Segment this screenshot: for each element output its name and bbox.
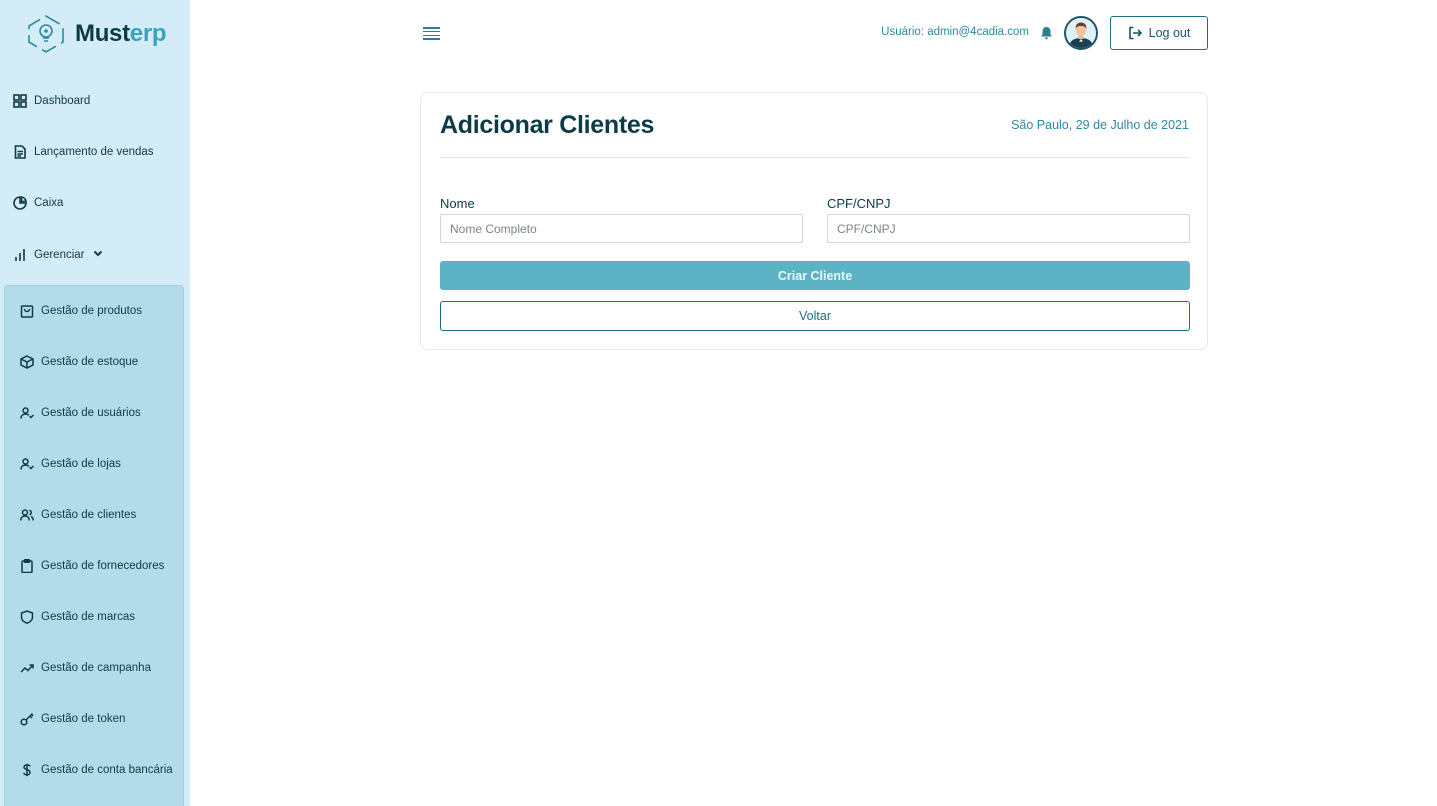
sidebar-item-label: Gerenciar bbox=[34, 248, 85, 261]
bar-chart-icon bbox=[15, 248, 25, 261]
submenu-item-label: Gestão de estoque bbox=[41, 356, 139, 368]
current-user-label: Usuário: admin@4cadia.com bbox=[881, 26, 1029, 38]
trending-up-icon bbox=[20, 664, 34, 673]
submenu-item-clientes[interactable]: Gestão de clientes bbox=[20, 508, 180, 522]
submenu-item-label: Gestão de usuários bbox=[41, 407, 141, 419]
brand-logo[interactable]: Musterp bbox=[25, 14, 167, 54]
sidebar-item-lancamento-de-vendas[interactable]: Lançamento de vendas bbox=[13, 145, 154, 159]
submenu-item-token[interactable]: Gestão de token bbox=[20, 712, 180, 726]
brand-name-part2: erp bbox=[129, 20, 167, 47]
submenu-item-label: Gestão de token bbox=[41, 713, 126, 725]
submenu-item-label: Gestão de conta bancária bbox=[41, 764, 173, 776]
gerenciar-submenu: Gestão de produtos Gestão de estoque Ges… bbox=[4, 285, 184, 806]
submenu-item-campanha[interactable]: Gestão de campanha bbox=[20, 661, 180, 675]
name-input[interactable] bbox=[440, 214, 803, 243]
submenu-item-label: Gestão de produtos bbox=[41, 305, 143, 317]
user-check-icon bbox=[20, 407, 34, 419]
bell-icon[interactable] bbox=[1040, 26, 1053, 40]
sidebar-item-label: Lançamento de vendas bbox=[34, 146, 154, 158]
chevron-down-icon bbox=[92, 247, 104, 262]
submenu-item-label: Gestão de campanha bbox=[41, 662, 151, 674]
sidebar-item-label: Caixa bbox=[34, 197, 64, 209]
submenu-item-conta-bancaria[interactable]: Gestão de conta bancária bbox=[20, 762, 180, 778]
submenu-item-marcas[interactable]: Gestão de marcas bbox=[20, 610, 180, 624]
submenu-item-fornecedores[interactable]: Gestão de fornecedores bbox=[20, 559, 180, 573]
box-icon bbox=[20, 355, 34, 369]
page-title: Adicionar Clientes bbox=[440, 111, 655, 139]
date-label: São Paulo, 29 de Julho de 2021 bbox=[1011, 118, 1189, 132]
user-avatar-icon bbox=[1066, 18, 1096, 48]
sidebar: Musterp Dashboard Lançamento de vendas C… bbox=[0, 0, 190, 806]
cpf-cnpj-input[interactable] bbox=[827, 214, 1190, 243]
document-icon bbox=[14, 145, 26, 159]
name-field-label: Nome bbox=[440, 196, 475, 211]
logout-button[interactable]: Log out bbox=[1110, 16, 1208, 50]
submenu-item-label: Gestão de clientes bbox=[41, 509, 137, 521]
shield-icon bbox=[20, 610, 34, 624]
add-client-card: Adicionar Clientes São Paulo, 29 de Julh… bbox=[420, 92, 1208, 350]
logout-label: Log out bbox=[1148, 26, 1191, 40]
key-icon bbox=[20, 712, 34, 726]
dollar-icon bbox=[23, 763, 31, 777]
users-icon bbox=[20, 509, 34, 521]
submenu-item-produtos[interactable]: Gestão de produtos bbox=[20, 304, 180, 318]
sidebar-item-gerenciar[interactable]: Gerenciar bbox=[13, 247, 104, 262]
logout-icon bbox=[1128, 26, 1142, 40]
sidebar-item-label: Dashboard bbox=[34, 95, 91, 107]
logo-icon bbox=[28, 15, 64, 53]
brand-name: Musterp bbox=[75, 20, 167, 48]
cpf-cnpj-field-label: CPF/CNPJ bbox=[827, 196, 891, 211]
clipboard-icon bbox=[21, 559, 33, 573]
sidebar-item-caixa[interactable]: Caixa bbox=[13, 196, 63, 210]
avatar[interactable] bbox=[1064, 16, 1098, 50]
divider bbox=[440, 157, 1189, 158]
submenu-item-usuarios[interactable]: Gestão de usuários bbox=[20, 406, 180, 420]
brand-name-part1: Must bbox=[75, 20, 130, 47]
pie-chart-icon bbox=[13, 196, 27, 210]
grid-icon bbox=[13, 94, 27, 108]
back-button[interactable]: Voltar bbox=[440, 301, 1190, 331]
submenu-item-label: Gestão de lojas bbox=[41, 458, 121, 470]
submenu-item-label: Gestão de marcas bbox=[41, 611, 135, 623]
menu-toggle-icon[interactable] bbox=[423, 27, 440, 40]
sidebar-item-dashboard[interactable]: Dashboard bbox=[13, 94, 90, 108]
user-check-icon bbox=[20, 458, 34, 470]
submenu-item-label: Gestão de fornecedores bbox=[41, 560, 165, 572]
shopping-bag-icon bbox=[20, 305, 34, 318]
create-client-button[interactable]: Criar Cliente bbox=[440, 261, 1190, 290]
submenu-item-lojas[interactable]: Gestão de lojas bbox=[20, 457, 180, 471]
submenu-item-estoque[interactable]: Gestão de estoque bbox=[20, 355, 180, 369]
